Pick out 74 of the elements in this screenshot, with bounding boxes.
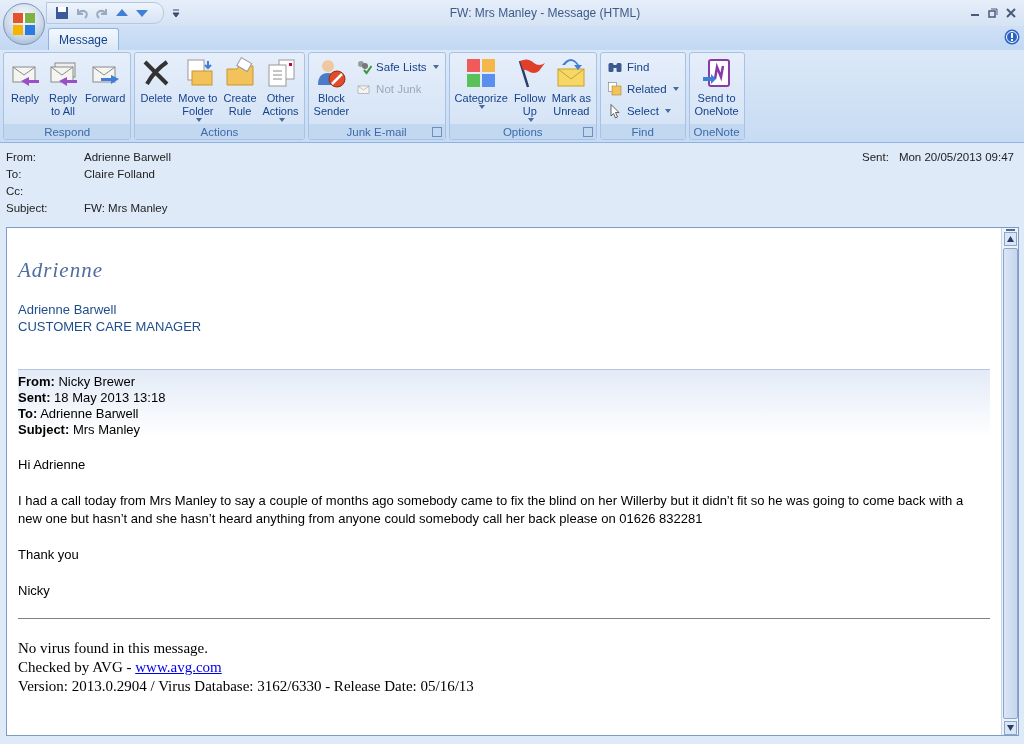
- customize-caret-icon[interactable]: [172, 8, 180, 18]
- person-blocked-icon: [315, 57, 348, 89]
- field-label: To:: [6, 168, 23, 182]
- forwarded-field: From: Nicky Brewer: [18, 374, 990, 390]
- message-paragraph: Thank you: [18, 546, 80, 564]
- ribbon-button[interactable]: Mark as Unread: [549, 55, 593, 124]
- undo-icon[interactable]: [75, 6, 89, 20]
- ribbon-tab[interactable]: Message: [48, 28, 119, 50]
- ribbon-button[interactable]: Other Actions: [260, 55, 301, 124]
- field-value: Claire Folland: [84, 168, 156, 182]
- group-label: Options: [502, 125, 543, 138]
- message-paragraph: Nicky: [18, 582, 51, 600]
- ribbon-button[interactable]: Related: [603, 79, 682, 99]
- redo-icon[interactable]: [95, 6, 109, 20]
- dropdown-caret-icon: [195, 118, 202, 122]
- field-label: Sent:: [862, 151, 889, 165]
- ribbon-button[interactable]: Safe Lists: [353, 57, 442, 77]
- ribbon-button[interactable]: Delete: [138, 55, 175, 124]
- ribbon-button[interactable]: Reply: [7, 55, 43, 124]
- group-label: Find: [631, 125, 654, 138]
- forwarded-field: To: Adrienne Barwell: [18, 406, 990, 422]
- restore-icon[interactable]: [988, 8, 998, 18]
- envelope-arrow-icon: [555, 57, 588, 89]
- field-value: Adrienne Barwell: [84, 151, 172, 165]
- scroll-up-icon[interactable]: [1003, 228, 1017, 246]
- field-label: From:: [6, 151, 38, 165]
- field-label: Subject:: [6, 202, 49, 216]
- message-paragraph: I had a call today from Mrs Manley to say a couple of months ago somebody came to fix the blind on her Willerby but it didn’t fit so he was going to come back with a new one but hasn’t and she hasn’t heard anything from anyone could somebody call her back please on 01626 832281: [18, 492, 965, 528]
- virus-notice: No virus found in this message.: [18, 639, 209, 658]
- dropdown-caret-icon: [278, 118, 285, 122]
- people-check-icon: [356, 59, 373, 75]
- open-folder-icon: [224, 57, 256, 89]
- signature-title: CUSTOMER CARE MANAGER: [18, 318, 203, 335]
- field-value: Mon 20/05/2013 09:47: [898, 151, 1014, 165]
- ribbon-button[interactable]: Find: [603, 57, 682, 77]
- version-info: Version: 2013.0.2904 / Virus Database: 3162/6330 - Release Date: 05/16/13: [18, 677, 475, 696]
- ribbon-button[interactable]: Move to Folder: [176, 55, 220, 124]
- group-label: Junk E-mail: [346, 125, 407, 138]
- window-title: FW: Mrs Manley - Message (HTML): [448, 6, 642, 20]
- office-button[interactable]: [3, 3, 45, 45]
- office-logo-icon: [12, 12, 36, 36]
- scroll-down-icon[interactable]: [1003, 721, 1017, 735]
- ribbon-button[interactable]: Select: [603, 101, 682, 121]
- ribbon-button[interactable]: Categorize: [452, 55, 510, 124]
- group-label: OneNote: [693, 125, 740, 138]
- dropdown-caret-icon: [527, 118, 534, 122]
- signature-name: Adrienne Barwell: [18, 301, 118, 318]
- notebook-icon: [700, 57, 733, 89]
- dropdown-caret-icon: [479, 105, 486, 109]
- signature-script: Adrienne: [18, 258, 104, 283]
- ribbon-button[interactable]: Send to OneNote: [692, 55, 741, 124]
- dialog-launcher-icon[interactable]: [582, 127, 593, 137]
- forwarded-field: Subject: Mrs Manley: [18, 422, 990, 438]
- checked-by-text: Checked by AVG -: [18, 659, 133, 675]
- ribbon-button[interactable]: Create Rule: [221, 55, 259, 124]
- forwarded-field: Sent: 18 May 2013 13:18: [18, 390, 990, 406]
- message-paragraph: Hi Adrienne: [18, 456, 87, 474]
- save-icon[interactable]: [55, 6, 69, 20]
- field-label: Cc:: [6, 185, 25, 199]
- dropdown-caret-icon: [672, 87, 679, 91]
- group-label: Actions: [200, 125, 239, 138]
- close-icon[interactable]: [1006, 8, 1016, 18]
- avg-link[interactable]: www.avg.com: [135, 659, 222, 675]
- color-squares-icon: [465, 57, 498, 89]
- ribbon-button[interactable]: Forward: [83, 55, 128, 124]
- dialog-launcher-icon[interactable]: [431, 127, 442, 137]
- ribbon-button[interactable]: Reply to All: [45, 55, 81, 124]
- ribbon-button[interactable]: Block Sender: [311, 55, 352, 124]
- field-value: FW: Mrs Manley: [84, 202, 169, 216]
- group-label: Respond: [44, 125, 91, 138]
- stacked-pages-icon: [606, 81, 623, 97]
- ribbon-button[interactable]: Follow Up: [511, 55, 548, 124]
- dropdown-caret-icon: [664, 109, 671, 113]
- dropdown-caret-icon: [432, 65, 439, 69]
